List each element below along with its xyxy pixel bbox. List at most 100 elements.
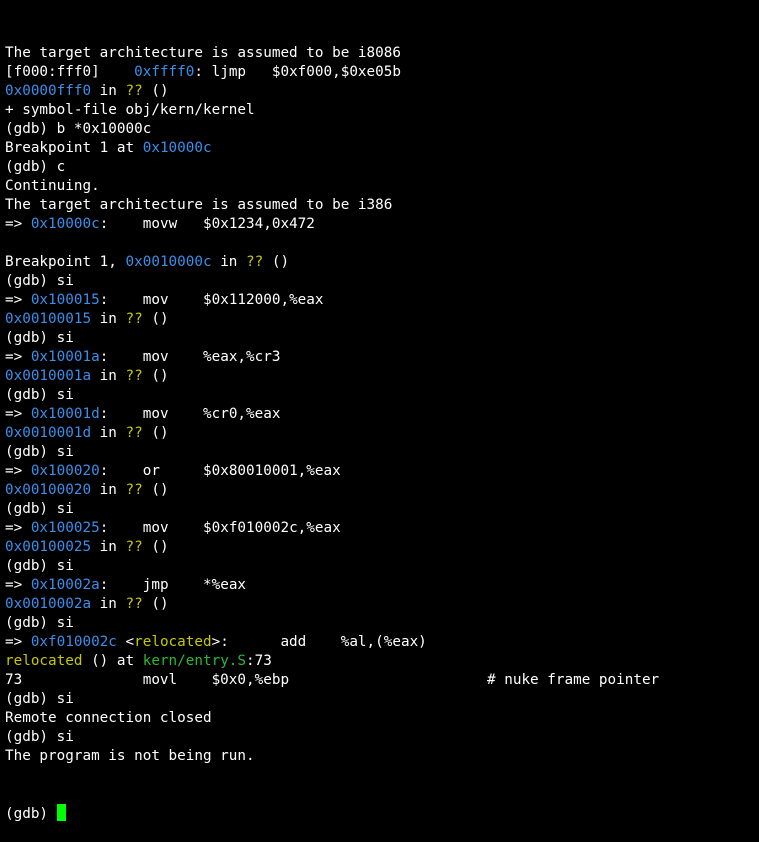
line-segment: (gdb) si: [5, 615, 74, 631]
line-segment: (gdb) si: [5, 501, 74, 517]
line-segment: in: [91, 368, 126, 384]
terminal-line: 0x00100020 in ?? (): [5, 481, 759, 500]
line-segment: : mov %cr0,%eax: [99, 406, 281, 422]
line-segment: 0x0000fff0: [5, 83, 92, 99]
terminal-line: 0x0010001d in ?? (): [5, 424, 759, 443]
terminal-line: => 0x100020: or $0x80010001,%eax: [5, 462, 759, 481]
line-segment: 0x00100015: [5, 311, 92, 327]
line-segment: 0x00100020: [5, 482, 92, 498]
terminal-line: Breakpoint 1 at 0x10000c: [5, 139, 759, 158]
line-segment: ??: [125, 83, 143, 99]
line-segment: : movw $0x1234,0x472: [99, 216, 315, 232]
terminal-line: (gdb) si: [5, 272, 759, 291]
terminal-line: (gdb) b *0x10000c: [5, 120, 759, 139]
terminal-line: Continuing.: [5, 177, 759, 196]
terminal-line: 0x0000fff0 in ?? (): [5, 82, 759, 101]
line-segment: : ljmp $0xf000,$0xe05b: [194, 64, 401, 80]
line-segment: : jmp *%eax: [99, 577, 247, 593]
terminal-line: (gdb) si: [5, 329, 759, 348]
terminal-line: The target architecture is assumed to be…: [5, 196, 759, 215]
terminal-line: (gdb) si: [5, 443, 759, 462]
line-segment: (): [142, 311, 169, 327]
line-segment: The target architecture is assumed to be…: [5, 197, 393, 213]
terminal-line: + symbol-file obj/kern/kernel: [5, 101, 759, 120]
line-segment: Remote connection closed: [5, 710, 212, 726]
line-segment: The program is not being run.: [5, 748, 255, 764]
terminal-line: => 0x10000c: movw $0x1234,0x472: [5, 215, 759, 234]
line-segment: Breakpoint 1 at: [5, 140, 143, 156]
line-segment: in: [211, 254, 247, 270]
line-segment: (gdb) si: [5, 330, 74, 346]
line-segment: The target architecture is assumed to be…: [5, 45, 401, 61]
line-segment: in: [91, 311, 126, 327]
terminal-line: => 0x100015: mov $0x112000,%eax: [5, 291, 759, 310]
line-segment: Breakpoint 1,: [5, 254, 126, 270]
terminal-line: (gdb) si: [5, 728, 759, 747]
line-segment: =>: [5, 216, 31, 232]
line-segment: ??: [125, 596, 143, 612]
line-segment: (): [142, 83, 169, 99]
terminal-line: Breakpoint 1, 0x0010000c in ?? (): [5, 253, 759, 272]
terminal-line: [f000:fff0] 0xffff0: ljmp $0xf000,$0xe05…: [5, 63, 759, 82]
line-segment: =>: [5, 349, 31, 365]
line-segment: =>: [5, 463, 31, 479]
line-segment: 0x100020: [30, 463, 100, 479]
terminal-line: 0x00100015 in ?? (): [5, 310, 759, 329]
line-segment: 0x00100025: [5, 539, 92, 555]
line-segment: () at: [82, 653, 143, 669]
line-segment: ??: [125, 311, 143, 327]
line-segment: >: add %al,(%eax): [211, 634, 427, 650]
line-segment: 0x100025: [30, 520, 100, 536]
terminal-line: relocated () at kern/entry.S:73: [5, 652, 759, 671]
line-segment: (): [142, 596, 169, 612]
line-segment: (): [263, 254, 290, 270]
line-segment: 0x10001d: [30, 406, 100, 422]
line-segment: (): [142, 539, 169, 555]
terminal-line: (gdb) si: [5, 614, 759, 633]
line-segment: 0x0010002a: [5, 596, 92, 612]
line-segment: : or $0x80010001,%eax: [99, 463, 341, 479]
line-segment: 73 movl $0x0,%ebp # nuke frame pointer: [5, 672, 660, 688]
gdb-prompt: (gdb): [5, 806, 57, 822]
line-segment: 0x10000c: [30, 216, 100, 232]
line-segment: =>: [5, 292, 31, 308]
terminal-line: => 0xf010002c <relocated>: add %al,(%eax…: [5, 633, 759, 652]
terminal-line: (gdb) si: [5, 557, 759, 576]
terminal-line: 0x0010001a in ?? (): [5, 367, 759, 386]
line-segment: 0x10000c: [142, 140, 212, 156]
line-segment: in: [91, 482, 126, 498]
terminal-line: The program is not being run.: [5, 747, 759, 766]
terminal-line: (gdb) c: [5, 158, 759, 177]
terminal-line: (gdb) si: [5, 386, 759, 405]
line-segment: ??: [125, 482, 143, 498]
line-segment: (gdb) si: [5, 387, 74, 403]
line-segment: kern/entry.S: [142, 653, 247, 669]
line-segment: 0x100015: [30, 292, 100, 308]
line-segment: (): [142, 368, 169, 384]
line-segment: =>: [5, 406, 31, 422]
terminal-line: => 0x10001d: mov %cr0,%eax: [5, 405, 759, 424]
line-segment: + symbol-file obj/kern/kernel: [5, 102, 255, 118]
line-segment: ??: [125, 368, 143, 384]
line-segment: (): [142, 425, 169, 441]
line-segment: 0xf010002c: [30, 634, 117, 650]
line-segment: in: [91, 425, 126, 441]
line-segment: (gdb) si: [5, 558, 74, 574]
line-segment: ??: [125, 539, 143, 555]
line-segment: 0x10002a: [30, 577, 100, 593]
prompt-line[interactable]: (gdb): [5, 804, 759, 823]
line-segment: Continuing.: [5, 178, 100, 194]
terminal-line: The target architecture is assumed to be…: [5, 44, 759, 63]
line-segment: (gdb) si: [5, 729, 74, 745]
line-segment: :73: [246, 653, 272, 669]
line-segment: : mov $0xf010002c,%eax: [99, 520, 341, 536]
line-segment: <: [116, 634, 135, 650]
gdb-terminal[interactable]: The target architecture is assumed to be…: [0, 0, 759, 822]
cursor: [56, 804, 66, 821]
line-segment: in: [91, 83, 126, 99]
line-segment: : mov %eax,%cr3: [99, 349, 281, 365]
line-segment: 0x10001a: [30, 349, 100, 365]
terminal-line: (gdb) si: [5, 690, 759, 709]
line-segment: (gdb) si: [5, 444, 74, 460]
terminal-line: (gdb) si: [5, 500, 759, 519]
